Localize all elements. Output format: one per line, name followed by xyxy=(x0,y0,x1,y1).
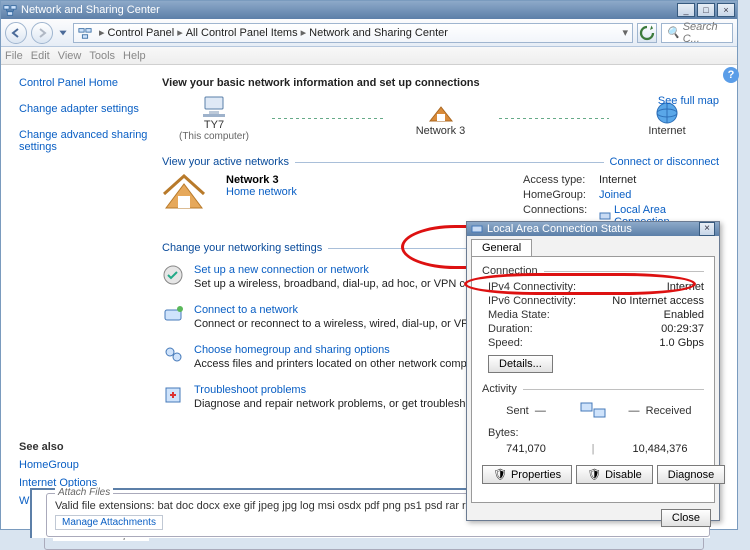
sent-label: Sent — xyxy=(482,405,570,417)
address-bar[interactable]: ▸ Control Panel ▸ All Control Panel Item… xyxy=(73,23,633,43)
breadcrumb-item[interactable]: All Control Panel Items xyxy=(186,27,298,39)
house-icon xyxy=(162,174,206,212)
node-this-computer: TY7 (This computer) xyxy=(162,95,266,142)
setup-conn-icon xyxy=(162,264,184,286)
disable-button[interactable]: 🛡Disable xyxy=(576,465,653,484)
menu-view[interactable]: View xyxy=(58,50,82,62)
search-icon: 🔍 xyxy=(666,26,680,39)
task-connect-network[interactable]: Connect to a network xyxy=(194,304,298,316)
forward-button[interactable] xyxy=(31,22,53,44)
menu-bar: File Edit View Tools Help xyxy=(1,47,737,65)
media-state-value: Enabled xyxy=(612,309,704,321)
menu-help[interactable]: Help xyxy=(123,50,146,62)
attach-legend: Attach Files xyxy=(55,487,113,498)
close-button[interactable]: × xyxy=(717,3,735,17)
ipv6-value: No Internet access xyxy=(612,295,704,307)
link-control-panel-home[interactable]: Control Panel Home xyxy=(19,77,148,89)
diagnose-button[interactable]: Diagnose xyxy=(657,465,725,484)
activity-icon xyxy=(570,399,616,423)
help-button[interactable]: ? xyxy=(723,67,739,83)
dialog-close-button[interactable]: × xyxy=(699,222,715,236)
breadcrumb-item[interactable]: Network and Sharing Center xyxy=(309,27,448,39)
connection-info: Access type:Internet HomeGroup:Joined Co… xyxy=(523,174,719,228)
dialog-title: Local Area Connection Status xyxy=(487,223,699,235)
task-homegroup[interactable]: Choose homegroup and sharing options xyxy=(194,344,390,356)
minimize-button[interactable]: _ xyxy=(677,3,695,17)
search-input[interactable]: 🔍 Search C... xyxy=(661,23,733,43)
page-heading: View your basic network information and … xyxy=(162,77,719,89)
bytes-received-value: 10,484,376 xyxy=(616,443,704,455)
refresh-button[interactable] xyxy=(637,23,657,43)
thread-subscription-group: Thread Subscription xyxy=(44,536,704,550)
network-map: TY7 (This computer) Network 3 Internet S… xyxy=(162,95,719,142)
nav-history-dropdown[interactable] xyxy=(57,22,69,44)
network-icon xyxy=(3,3,17,17)
link-homegroup-joined[interactable]: Joined xyxy=(599,189,719,201)
details-button[interactable]: Details... xyxy=(488,355,553,373)
chevron-down-icon[interactable]: ▾ xyxy=(622,26,628,39)
shield-icon: 🛡 xyxy=(493,468,507,481)
window-title: Network and Sharing Center xyxy=(21,4,677,16)
received-label: — Received xyxy=(616,405,704,417)
nic-icon xyxy=(471,223,483,235)
active-network: Network 3 Home network Access type:Inter… xyxy=(162,174,719,228)
nav-toolbar: ▸ Control Panel ▸ All Control Panel Item… xyxy=(1,19,737,47)
menu-tools[interactable]: Tools xyxy=(89,50,115,62)
back-button[interactable] xyxy=(5,22,27,44)
dialog-titlebar[interactable]: Local Area Connection Status × xyxy=(467,222,719,236)
breadcrumb-item[interactable]: Control Panel xyxy=(108,27,175,39)
maximize-button[interactable]: □ xyxy=(697,3,715,17)
shield-icon: 🛡 xyxy=(587,468,601,481)
task-troubleshoot[interactable]: Troubleshoot problems xyxy=(194,384,306,396)
see-also-heading: See also xyxy=(19,441,148,453)
homegroup-icon xyxy=(162,344,184,366)
troubleshoot-icon xyxy=(162,384,184,406)
ipv4-value: Internet xyxy=(612,281,704,293)
search-placeholder: Search C... xyxy=(683,21,728,45)
task-setup-connection[interactable]: Set up a new connection or network xyxy=(194,264,369,276)
node-network: Network 3 xyxy=(389,101,493,137)
link-homegroup[interactable]: HomeGroup xyxy=(19,459,148,471)
dialog-body: Connection IPv4 Connectivity:Internet IP… xyxy=(471,256,715,503)
tab-general[interactable]: General xyxy=(471,239,532,256)
bytes-label: Bytes: xyxy=(482,427,570,439)
sidebar: Control Panel Home Change adapter settin… xyxy=(1,67,156,529)
link-change-adapter[interactable]: Change adapter settings xyxy=(19,103,148,115)
section-active-networks: View your active networks Connect or dis… xyxy=(162,156,719,168)
dialog-tabs: General xyxy=(467,236,719,256)
network-icon xyxy=(78,26,92,40)
active-network-type[interactable]: Home network xyxy=(226,186,297,198)
properties-button[interactable]: 🛡Properties xyxy=(482,465,572,484)
link-connect-disconnect[interactable]: Connect or disconnect xyxy=(610,156,719,168)
bytes-sent-value: 741,070 xyxy=(482,443,570,455)
close-button[interactable]: Close xyxy=(661,509,711,527)
manage-attachments-button[interactable]: Manage Attachments xyxy=(55,515,163,530)
link-advanced-sharing[interactable]: Change advanced sharing settings xyxy=(19,129,148,153)
connect-net-icon xyxy=(162,304,184,326)
lac-status-dialog[interactable]: Local Area Connection Status × General C… xyxy=(466,221,720,521)
active-network-name: Network 3 xyxy=(226,174,297,186)
menu-edit[interactable]: Edit xyxy=(31,50,50,62)
link-see-full-map[interactable]: See full map xyxy=(658,95,719,107)
menu-file[interactable]: File xyxy=(5,50,23,62)
duration-value: 00:29:37 xyxy=(612,323,704,335)
titlebar[interactable]: Network and Sharing Center _ □ × xyxy=(1,1,737,19)
speed-value: 1.0 Gbps xyxy=(612,337,704,349)
